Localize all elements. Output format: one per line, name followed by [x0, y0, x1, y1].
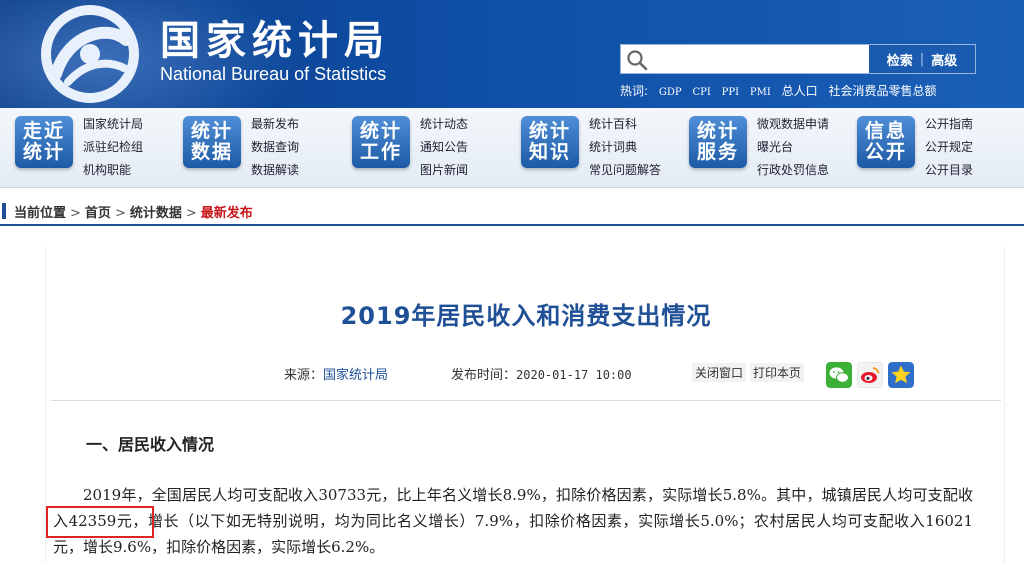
nav-link[interactable]: 微观数据申请 [757, 116, 829, 139]
nbs-logo-icon [41, 5, 139, 103]
highlight-box [46, 506, 154, 538]
nav-link[interactable]: 派驻纪检组 [83, 139, 143, 162]
nav-link[interactable]: 统计动态 [420, 116, 468, 139]
nav-tile-text: 统计 [528, 120, 571, 142]
nav-tile-text: 知识 [528, 141, 571, 163]
nav-link[interactable]: 统计词典 [589, 139, 661, 162]
hot-word-link[interactable]: PMI [750, 87, 771, 98]
nav-tile-text: 服务 [696, 141, 739, 163]
nav-link[interactable]: 常见问题解答 [589, 162, 661, 185]
article-meta: 来源：国家统计局 发布时间：2020-01-17 10:00 关闭窗口 打印本页 [46, 362, 1006, 392]
breadcrumb-label: 当前位置 [14, 206, 67, 221]
nav-tile-text: 统计 [190, 120, 233, 142]
source-value: 国家统计局 [323, 368, 389, 383]
nav-tile-knowledge[interactable]: 统计 知识 [521, 116, 579, 168]
article-title: 2019年居民收入和消费支出情况 [340, 302, 712, 330]
hot-word-link[interactable]: PPI [722, 87, 739, 98]
chevron-right-icon: > [185, 206, 197, 221]
nav-links: 公开指南 公开规定 公开目录 [925, 116, 973, 185]
hot-word-link[interactable]: GDP [659, 87, 682, 98]
nav-tile-text: 公开 [864, 141, 907, 163]
nav-link[interactable]: 通知公告 [420, 139, 468, 162]
nav-tile-text: 工作 [359, 141, 402, 163]
nav-tile-text: 统计 [359, 120, 402, 142]
nav-link[interactable]: 公开目录 [925, 162, 973, 185]
meta-divider [51, 400, 1001, 401]
hot-words: 热词: GDP CPI PPI PMI 总人口 社会消费品零售总额 [620, 82, 943, 99]
breadcrumb-marker [2, 203, 6, 219]
search-bar: 检索 | 高级 [620, 44, 976, 74]
nav-tile-data[interactable]: 统计 数据 [183, 116, 241, 168]
nav-tile-text: 统计 [22, 141, 65, 163]
search-icon [627, 50, 648, 71]
nav-link[interactable]: 公开规定 [925, 139, 973, 162]
source-label: 来源： [284, 368, 324, 383]
nav-link[interactable]: 曝光台 [757, 139, 829, 162]
breadcrumb-trail: 当前位置 > 首页 > 统计数据 > 最新发布 [14, 202, 253, 221]
main-nav: 走近 统计 国家统计局 派驻纪检组 机构职能 统计 数据 最新发布 数据查询 数… [0, 108, 1024, 188]
search-input[interactable] [655, 47, 865, 71]
search-buttons: 检索 | 高级 [869, 45, 975, 73]
nav-link[interactable]: 图片新闻 [420, 162, 468, 185]
nav-tile-about[interactable]: 走近 统计 [15, 116, 73, 168]
nav-tile-text: 走近 [22, 120, 65, 142]
site-header: 国家统计局 National Bureau of Statistics 检索 |… [0, 0, 1024, 108]
section-heading: 一、居民收入情况 [86, 435, 215, 454]
nav-tile-work[interactable]: 统计 工作 [352, 116, 410, 168]
wechat-icon[interactable] [826, 362, 852, 388]
favorite-star-icon[interactable] [888, 362, 914, 388]
breadcrumb: 当前位置 > 首页 > 统计数据 > 最新发布 [0, 198, 1024, 226]
nav-link[interactable]: 机构职能 [83, 162, 143, 185]
article-source: 来源：国家统计局 [284, 364, 388, 383]
nav-link[interactable]: 公开指南 [925, 116, 973, 139]
breadcrumb-link[interactable]: 统计数据 [130, 206, 182, 221]
chevron-right-icon: > [70, 206, 81, 221]
nav-links: 国家统计局 派驻纪检组 机构职能 [83, 116, 143, 185]
article-date: 发布时间：2020-01-17 10:00 [451, 364, 632, 383]
site-name-cn: 国家统计局 [160, 18, 390, 64]
breadcrumb-link[interactable]: 首页 [85, 206, 111, 221]
date-value: 2020-01-17 10:00 [516, 368, 632, 382]
hot-words-label: 热词: [620, 84, 649, 98]
nav-link[interactable]: 数据解读 [251, 162, 299, 185]
nav-link[interactable]: 行政处罚信息 [757, 162, 829, 185]
search-button[interactable]: 检索 [887, 50, 913, 69]
nav-link[interactable]: 国家统计局 [83, 116, 143, 139]
weibo-icon[interactable] [857, 362, 883, 388]
print-button[interactable]: 打印本页 [750, 363, 805, 382]
nav-tile-text: 统计 [696, 120, 739, 142]
article-paragraph: 2019年，全国居民人均可支配收入30733元，比上年名义增长8.9%，扣除价格… [53, 486, 973, 556]
breadcrumb-current[interactable]: 最新发布 [201, 206, 253, 221]
nav-links: 统计动态 通知公告 图片新闻 [420, 116, 468, 185]
site-name-en: National Bureau of Statistics [160, 64, 387, 84]
search-button-separator: | [919, 51, 925, 67]
close-window-button[interactable]: 关闭窗口 [692, 363, 747, 382]
nav-tile-service[interactable]: 统计 服务 [689, 116, 747, 168]
date-label: 发布时间： [451, 368, 517, 383]
hot-word-link[interactable]: CPI [692, 87, 710, 98]
article: 2019年居民收入和消费支出情况 来源：国家统计局 发布时间：2020-01-1… [45, 246, 1005, 563]
nav-tile-text: 信息 [864, 120, 907, 142]
nav-tile-disclosure[interactable]: 信息 公开 [857, 116, 915, 168]
nav-links: 微观数据申请 曝光台 行政处罚信息 [757, 116, 829, 185]
hot-word-link[interactable]: 总人口 [782, 84, 818, 98]
nav-links: 最新发布 数据查询 数据解读 [251, 116, 299, 185]
chevron-right-icon: > [114, 206, 126, 221]
nav-link[interactable]: 数据查询 [251, 139, 299, 162]
hot-word-link[interactable]: 社会消费品零售总额 [828, 84, 936, 98]
advanced-search-button[interactable]: 高级 [931, 50, 957, 69]
nav-tile-text: 数据 [190, 141, 233, 163]
nav-link[interactable]: 统计百科 [589, 116, 661, 139]
nav-link[interactable]: 最新发布 [251, 116, 299, 139]
nav-links: 统计百科 统计词典 常见问题解答 [589, 116, 661, 185]
